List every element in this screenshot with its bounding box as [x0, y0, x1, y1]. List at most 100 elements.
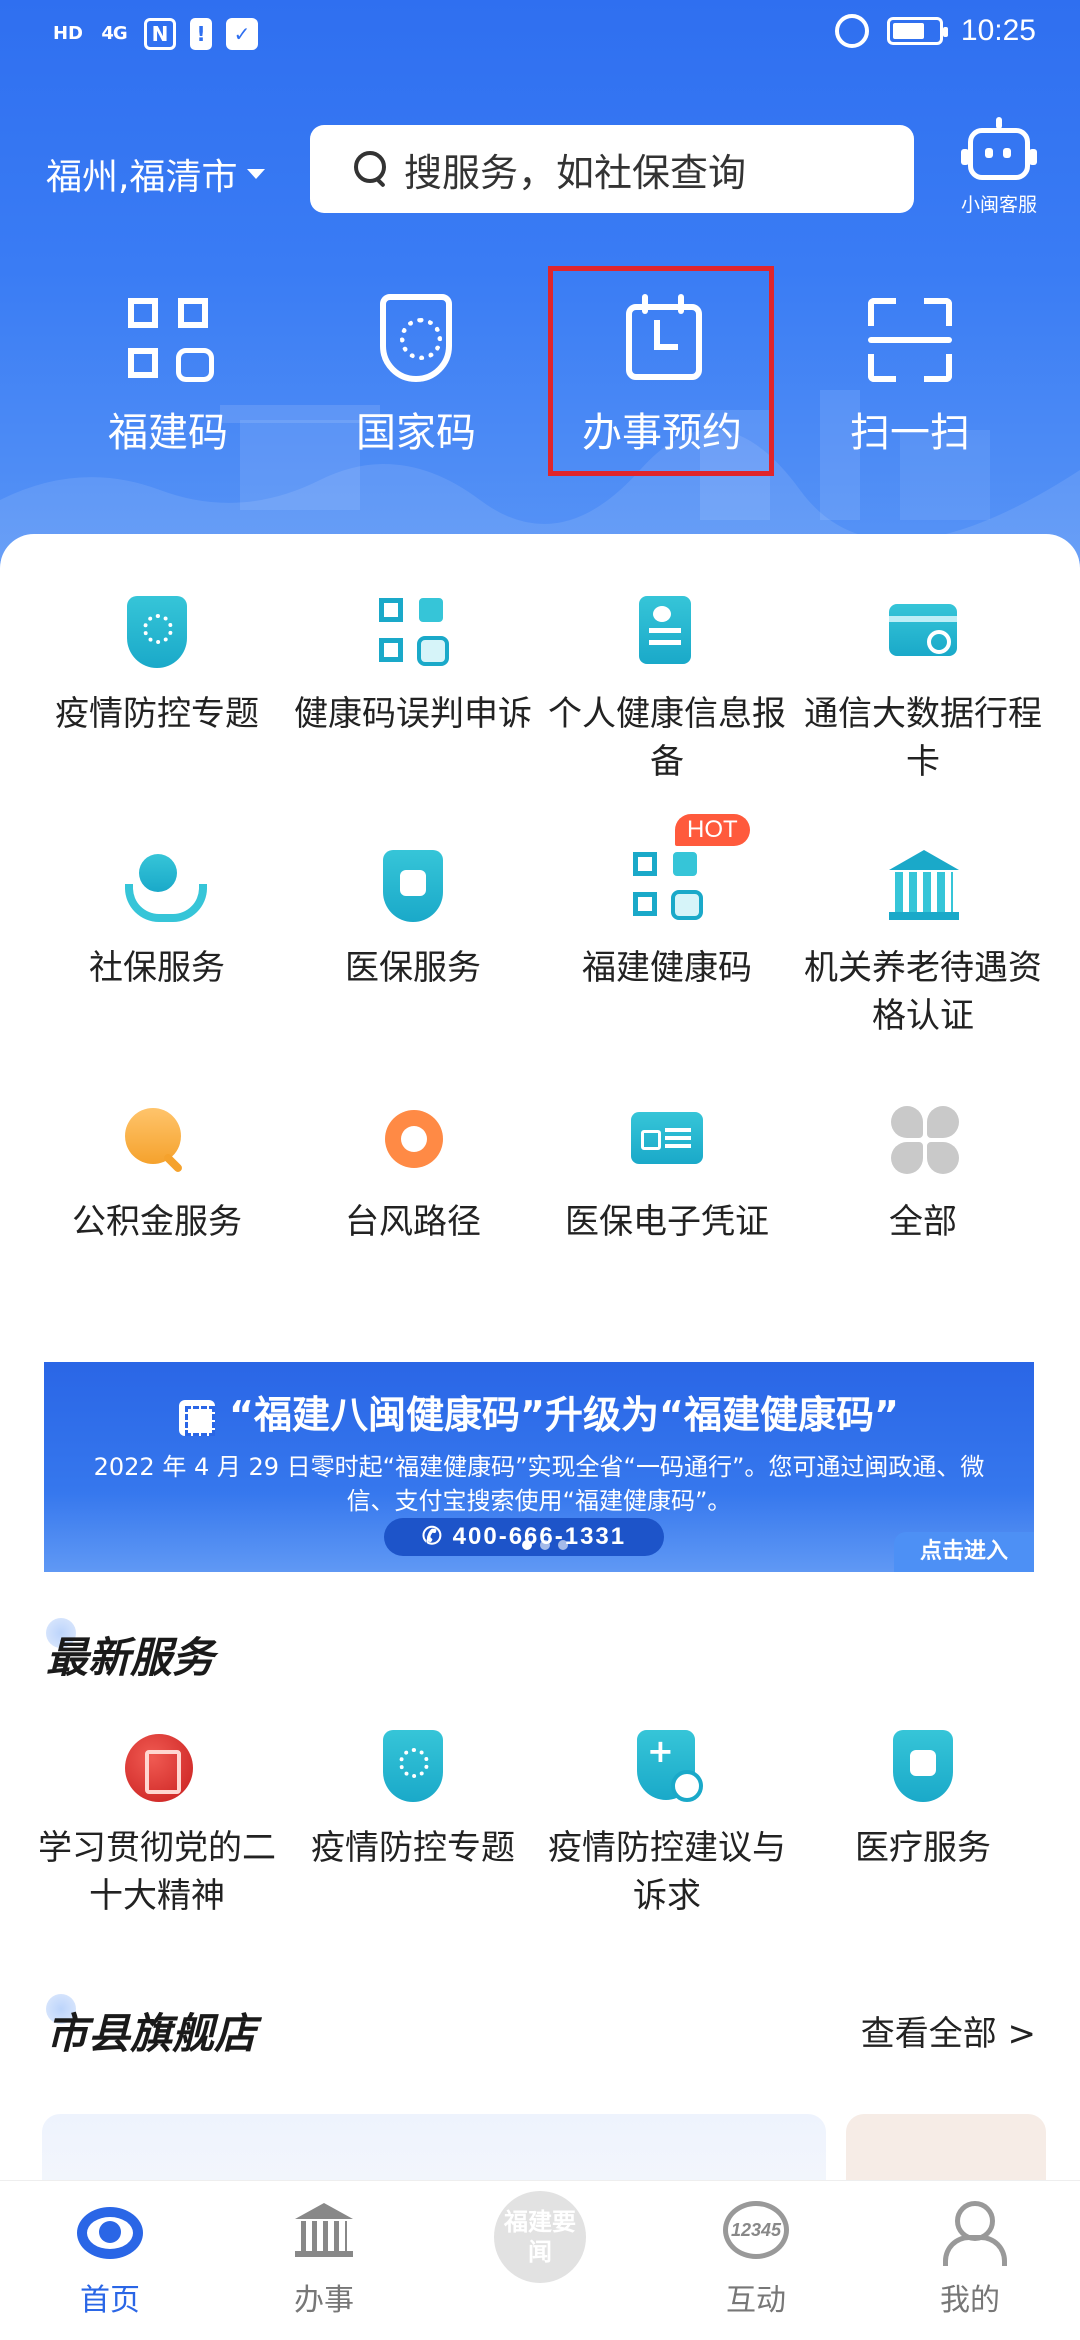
nfc-icon: N: [144, 18, 176, 50]
service-label: 公积金服务: [72, 1202, 242, 1242]
alert-icon: !: [190, 18, 212, 50]
typhoon-icon: [371, 1098, 455, 1182]
signal-icon: 4G: [101, 23, 127, 44]
header-area: HD 4G N ! ✓ 10:25 福州,福清市 搜服务，如社保查询 小闽客服: [0, 0, 1080, 600]
service-item[interactable]: 通信大数据行程卡: [798, 590, 1048, 786]
nav-label: 办事: [294, 2283, 354, 2318]
latest-label: 疫情防控建议与诉求: [548, 1828, 786, 1916]
banner-phone: ✆ 400-666-1331: [384, 1518, 664, 1556]
nav-home[interactable]: 首页: [30, 2197, 190, 2319]
latest-item[interactable]: 疫情防控建议与诉求: [542, 1724, 792, 1920]
carousel-dots: [522, 1540, 568, 1550]
customer-service-button[interactable]: 小闽客服: [944, 117, 1054, 217]
latest-section-title: 最新服务: [46, 1633, 215, 1682]
nav-interact[interactable]: 12345 互动: [676, 2197, 836, 2319]
qr-health-icon: HOT: [625, 814, 750, 928]
quick-action-fujian-code[interactable]: 福建码: [68, 282, 268, 458]
main-card: 疫情防控专题 健康码误判申诉 个人健康信息报备 通信大数据行程卡 社保服务 医保…: [0, 534, 1080, 2234]
search-placeholder: 搜服务，如社保查询: [404, 150, 747, 195]
shield-virus-icon: [115, 590, 199, 674]
service-item[interactable]: 医保电子凭证: [542, 1098, 792, 1246]
service-item[interactable]: 疫情防控专题: [32, 590, 282, 738]
hotline-12345-text: 12345: [723, 2201, 789, 2259]
bottom-nav: 首页 办事 福建要闻 12345 互动 我的: [0, 2180, 1080, 2340]
flagship-section-title: 市县旗舰店: [46, 2009, 257, 2058]
nav-profile[interactable]: 我的: [890, 2197, 1050, 2319]
nav-news[interactable]: 福建要闻: [460, 2191, 620, 2283]
shield-qr-icon: [366, 290, 466, 390]
quick-action-scan[interactable]: 扫一扫: [810, 282, 1010, 458]
bank-id-icon: [881, 844, 965, 928]
robot-icon: [961, 117, 1037, 180]
battery-icon: [886, 17, 948, 45]
quick-action-national-code[interactable]: 国家码: [316, 282, 516, 458]
location-label: 福州,福清市: [46, 157, 238, 198]
battery-level: [892, 23, 924, 39]
service-item[interactable]: 医保服务: [288, 844, 538, 992]
quick-action-label: 福建码: [108, 410, 228, 456]
service-item[interactable]: 个人健康信息报备: [542, 590, 792, 786]
card-icon: [881, 590, 965, 674]
nav-label: 首页: [80, 2283, 140, 2318]
service-label: 台风路径: [345, 1202, 481, 1242]
service-label: 医保服务: [345, 948, 481, 988]
service-item[interactable]: HOT 福建健康码: [542, 814, 792, 992]
home-icon: [75, 2197, 145, 2267]
service-label: 医保电子凭证: [565, 1202, 769, 1242]
banner-title: “福建八闽健康码”升级为“福建健康码”: [44, 1384, 1034, 1439]
qr-health-icon: [118, 290, 218, 390]
service-item[interactable]: 社保服务: [32, 844, 282, 992]
service-item[interactable]: 公积金服务: [32, 1098, 282, 1246]
hd-indicator: HD: [52, 23, 83, 44]
latest-item[interactable]: 学习贯彻党的二十大精神: [32, 1724, 282, 1920]
latest-label: 学习贯彻党的二十大精神: [38, 1828, 276, 1916]
search-icon: [354, 151, 390, 187]
news-icon: 福建要闻: [494, 2191, 586, 2283]
service-label: 社保服务: [89, 948, 225, 988]
top-bar: 福州,福清市 搜服务，如社保查询 小闽客服: [0, 117, 1080, 230]
clock: 10:25: [960, 14, 1036, 47]
service-item[interactable]: 台风路径: [288, 1098, 538, 1246]
government-building-icon: [289, 2197, 359, 2267]
service-label: 通信大数据行程卡: [804, 694, 1042, 782]
caret-down-icon: [247, 169, 266, 179]
carousel-dot: [522, 1540, 532, 1550]
medical-shield-icon: [881, 1724, 965, 1808]
service-label: 健康码误判申诉: [294, 694, 532, 734]
nav-services[interactable]: 办事: [244, 2197, 404, 2319]
shield-virus-icon: [371, 1724, 455, 1808]
health-code-logo-icon: [179, 1399, 216, 1436]
shield-plus-icon: [625, 1724, 709, 1808]
location-selector[interactable]: 福州,福清市: [46, 148, 266, 200]
service-label: 疫情防控专题: [55, 694, 259, 734]
quick-action-label: 国家码: [356, 410, 476, 456]
latest-label: 医疗服务: [855, 1828, 991, 1868]
all-grid-icon: [881, 1098, 965, 1182]
customer-service-label: 小闽客服: [960, 194, 1037, 216]
hotline-12345-icon: 12345: [721, 2197, 791, 2267]
house-search-icon: [115, 1098, 199, 1182]
carousel-dot: [558, 1540, 568, 1550]
carousel-dot: [540, 1540, 550, 1550]
nav-label: 我的: [940, 2283, 1000, 2318]
see-all-link[interactable]: 查看全部 >: [861, 2006, 1036, 2055]
latest-label: 疫情防控专题: [311, 1828, 515, 1868]
service-item-all[interactable]: 全部: [798, 1098, 1048, 1246]
search-bar[interactable]: 搜服务，如社保查询: [310, 125, 914, 213]
hot-badge: HOT: [675, 814, 750, 846]
security-shield-icon: ✓: [226, 18, 258, 50]
banner-text: 2022 年 4 月 29 日零时起“福建健康码”实现全省“一码通行”。您可通过…: [93, 1453, 985, 1515]
hands-care-icon: [115, 844, 207, 928]
latest-item[interactable]: 疫情防控专题: [288, 1724, 538, 1872]
service-item[interactable]: 健康码误判申诉: [288, 590, 538, 738]
quick-action-label: 扫一扫: [850, 410, 970, 456]
medical-shield-icon: [371, 844, 455, 928]
banner-enter-button[interactable]: 点击进入: [894, 1532, 1034, 1572]
service-label: 机关养老待遇资格认证: [804, 948, 1042, 1036]
latest-item[interactable]: 医疗服务: [798, 1724, 1048, 1872]
qr-message-icon: [371, 590, 455, 674]
quick-actions: 福建码 国家码 办事预约 扫一扫: [0, 282, 1080, 482]
highlight-box: [548, 266, 774, 476]
service-item[interactable]: 机关养老待遇资格认证: [798, 844, 1048, 1040]
scan-icon: [860, 290, 960, 390]
